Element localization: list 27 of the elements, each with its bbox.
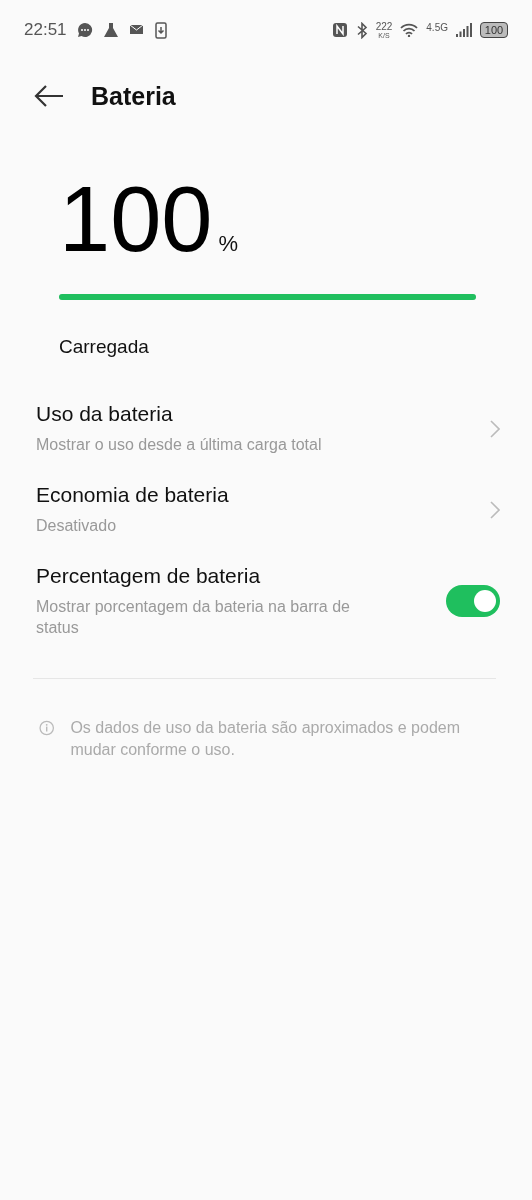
setting-title: Uso da bateria: [36, 402, 174, 426]
download-phone-icon: [154, 21, 167, 39]
info-note: Os dados de uso da bateria são aproximados e podem mudar conforme o uso.: [70, 718, 461, 760]
clock: 22:51: [24, 20, 67, 40]
chevron-icon[interactable]: [490, 500, 500, 519]
toggle-switch[interactable]: [446, 585, 500, 617]
chevron-icon[interactable]: [490, 419, 500, 438]
page-title: Bateria: [91, 81, 176, 111]
wifi-icon: [400, 23, 419, 37]
mail-icon: [128, 23, 145, 37]
battery-percentage: 100: [59, 174, 213, 264]
network-type: 4.5G: [426, 21, 448, 33]
signal-icon: [456, 23, 472, 37]
setting-subtitle: Mostrar o uso desde a última carga total: [36, 435, 323, 455]
flask-icon: [102, 22, 119, 38]
nfc-icon: [331, 22, 348, 38]
bluetooth-icon: [355, 21, 368, 39]
setting-subtitle: Desativado: [36, 516, 118, 536]
network-speed: 222: [375, 21, 393, 32]
chat-bubble-icon: [76, 22, 93, 38]
back-arrow-icon: [33, 84, 65, 108]
charge-state: Carregada: [59, 336, 150, 358]
battery-indicator: 100: [480, 22, 508, 38]
percent-sign: %: [218, 231, 239, 257]
setting-subtitle: Mostrar porcentagem da bateria na barra de status: [36, 597, 351, 638]
setting-title: Percentagem de bateria: [36, 564, 262, 588]
setting-title: Economia de bateria: [36, 483, 230, 507]
